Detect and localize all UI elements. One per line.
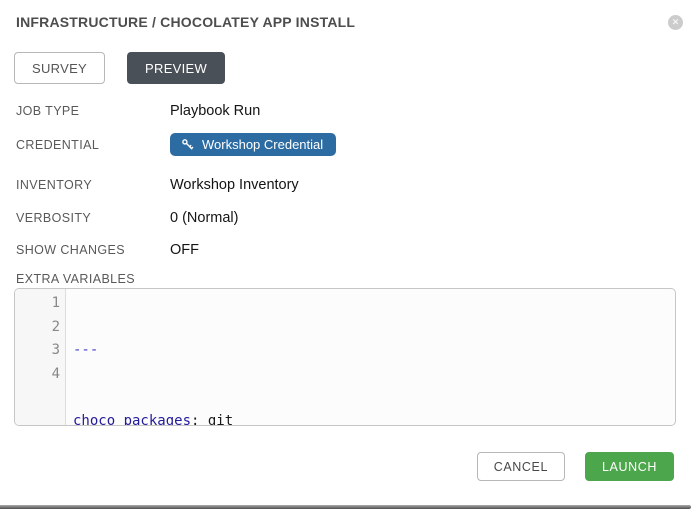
- show-changes-value: OFF: [170, 242, 199, 258]
- extra-variables-editor: 1 2 3 4 --- choco_packages: git app_stat…: [14, 288, 676, 426]
- modal-footer: CANCEL LAUNCH: [477, 452, 674, 481]
- editor-line-numbers: 1 2 3 4: [15, 289, 66, 425]
- code-line-1: ---: [73, 339, 675, 363]
- detail-row-job-type: JOB TYPE Playbook Run: [16, 103, 260, 119]
- inventory-value: Workshop Inventory: [170, 177, 299, 193]
- detail-row-verbosity: VERBOSITY 0 (Normal): [16, 210, 238, 226]
- detail-row-show-changes: SHOW CHANGES OFF: [16, 242, 199, 258]
- tab-survey[interactable]: SURVEY: [14, 52, 105, 84]
- key-icon: [181, 138, 194, 151]
- credential-badge: Workshop Credential: [170, 133, 336, 156]
- background-window-edge: [0, 505, 691, 509]
- tab-preview[interactable]: PREVIEW: [127, 52, 225, 84]
- cancel-button[interactable]: CANCEL: [477, 452, 565, 481]
- line-number: 4: [15, 363, 60, 387]
- launch-button[interactable]: LAUNCH: [585, 452, 674, 481]
- close-icon[interactable]: ✕: [668, 15, 683, 30]
- code-line-2: choco_packages: git: [73, 410, 675, 427]
- yaml-doc-separator: ---: [73, 342, 98, 358]
- extra-variables-label: EXTRA VARIABLES: [16, 272, 135, 286]
- yaml-value: : git: [191, 413, 233, 427]
- credential-badge-label: Workshop Credential: [202, 137, 323, 152]
- line-number: 2: [15, 316, 60, 340]
- tab-group: SURVEY PREVIEW: [14, 52, 225, 84]
- yaml-key: choco_packages: [73, 413, 191, 427]
- page-title: INFRASTRUCTURE / CHOCOLATEY APP INSTALL: [16, 14, 355, 30]
- job-type-value: Playbook Run: [170, 103, 260, 119]
- editor-code-area[interactable]: --- choco_packages: git app_state: prese…: [66, 289, 675, 425]
- inventory-label: INVENTORY: [16, 178, 170, 192]
- job-type-label: JOB TYPE: [16, 104, 170, 118]
- line-number: 1: [15, 292, 60, 316]
- detail-row-inventory: INVENTORY Workshop Inventory: [16, 177, 299, 193]
- credential-label: CREDENTIAL: [16, 138, 170, 152]
- show-changes-label: SHOW CHANGES: [16, 243, 170, 257]
- detail-row-credential: CREDENTIAL Workshop Credential: [16, 133, 336, 156]
- job-launch-preview-modal: INFRASTRUCTURE / CHOCOLATEY APP INSTALL …: [0, 0, 696, 515]
- verbosity-value: 0 (Normal): [170, 210, 238, 226]
- verbosity-label: VERBOSITY: [16, 211, 170, 225]
- line-number: 3: [15, 339, 60, 363]
